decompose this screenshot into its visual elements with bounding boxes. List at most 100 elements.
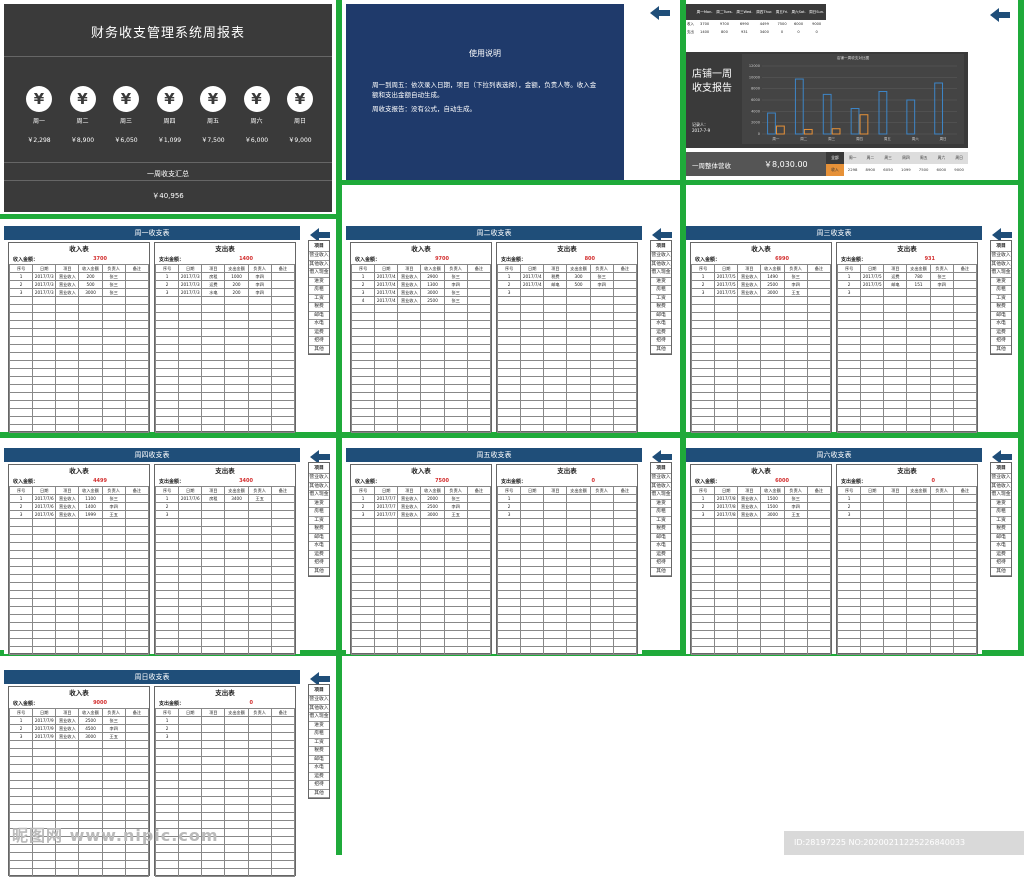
cell[interactable] bbox=[444, 305, 467, 313]
cell[interactable] bbox=[33, 543, 56, 551]
cell[interactable] bbox=[271, 647, 294, 655]
cell[interactable] bbox=[884, 495, 907, 503]
cell[interactable] bbox=[715, 647, 738, 655]
cell[interactable] bbox=[271, 353, 294, 361]
cell[interactable] bbox=[179, 337, 202, 345]
project-item[interactable]: 运费 bbox=[309, 329, 329, 338]
cell[interactable] bbox=[838, 623, 861, 631]
cell[interactable] bbox=[444, 393, 467, 401]
cell[interactable] bbox=[79, 321, 102, 329]
cell[interactable]: 2 bbox=[352, 503, 375, 511]
cell[interactable] bbox=[715, 535, 738, 543]
cell[interactable]: 2 bbox=[10, 725, 33, 733]
cell[interactable] bbox=[613, 495, 636, 503]
cell[interactable] bbox=[738, 321, 761, 329]
project-item[interactable]: 借入现金 bbox=[309, 491, 329, 500]
cell[interactable] bbox=[884, 607, 907, 615]
cell[interactable] bbox=[33, 385, 56, 393]
cell[interactable] bbox=[953, 385, 976, 393]
cell[interactable] bbox=[953, 623, 976, 631]
cell[interactable] bbox=[498, 393, 521, 401]
cell[interactable] bbox=[79, 551, 102, 559]
cell[interactable]: 张三 bbox=[784, 273, 807, 281]
cell[interactable] bbox=[784, 551, 807, 559]
cell[interactable] bbox=[590, 631, 613, 639]
cell[interactable] bbox=[156, 559, 179, 567]
cell[interactable] bbox=[102, 789, 125, 797]
cell[interactable] bbox=[544, 647, 567, 655]
cell[interactable] bbox=[715, 575, 738, 583]
cell[interactable] bbox=[271, 543, 294, 551]
cell[interactable] bbox=[567, 393, 590, 401]
cell[interactable]: 营业收入 bbox=[56, 495, 79, 503]
cell[interactable] bbox=[784, 361, 807, 369]
cell[interactable] bbox=[248, 647, 271, 655]
cell[interactable] bbox=[784, 377, 807, 385]
project-item[interactable]: 借入现金 bbox=[651, 491, 671, 500]
cell[interactable] bbox=[613, 425, 636, 433]
cell[interactable] bbox=[225, 535, 248, 543]
project-item[interactable]: 其他收入 bbox=[651, 483, 671, 492]
cell[interactable] bbox=[10, 345, 33, 353]
cell[interactable] bbox=[225, 377, 248, 385]
cell[interactable] bbox=[544, 425, 567, 433]
cell[interactable]: 2017/7/6 bbox=[179, 495, 202, 503]
cell[interactable] bbox=[838, 401, 861, 409]
cell[interactable] bbox=[807, 273, 830, 281]
cell[interactable] bbox=[784, 639, 807, 647]
project-item[interactable]: 邮电 bbox=[309, 756, 329, 765]
cell[interactable] bbox=[907, 289, 930, 297]
cell[interactable] bbox=[715, 409, 738, 417]
cell[interactable] bbox=[125, 551, 148, 559]
cell[interactable] bbox=[375, 599, 398, 607]
cell[interactable] bbox=[738, 417, 761, 425]
cell[interactable] bbox=[125, 757, 148, 765]
cell[interactable] bbox=[738, 393, 761, 401]
cell[interactable] bbox=[248, 583, 271, 591]
cell[interactable] bbox=[271, 797, 294, 805]
cell[interactable] bbox=[884, 511, 907, 519]
cell[interactable]: 张三 bbox=[590, 273, 613, 281]
cell[interactable] bbox=[715, 329, 738, 337]
cell[interactable] bbox=[907, 647, 930, 655]
cell[interactable] bbox=[398, 527, 421, 535]
cell[interactable] bbox=[179, 567, 202, 575]
cell[interactable] bbox=[102, 369, 125, 377]
cell[interactable] bbox=[33, 749, 56, 757]
cell[interactable] bbox=[225, 813, 248, 821]
cell[interactable] bbox=[521, 337, 544, 345]
cell[interactable] bbox=[807, 313, 830, 321]
cell[interactable]: 2 bbox=[498, 503, 521, 511]
cell[interactable] bbox=[352, 385, 375, 393]
cell[interactable] bbox=[784, 417, 807, 425]
cell[interactable] bbox=[884, 425, 907, 433]
cell[interactable] bbox=[521, 385, 544, 393]
cell[interactable] bbox=[613, 583, 636, 591]
cell[interactable] bbox=[521, 425, 544, 433]
cell[interactable] bbox=[202, 725, 225, 733]
cell[interactable] bbox=[225, 797, 248, 805]
cell[interactable] bbox=[56, 305, 79, 313]
cell[interactable] bbox=[838, 527, 861, 535]
cell[interactable] bbox=[56, 623, 79, 631]
cell[interactable] bbox=[352, 305, 375, 313]
project-item[interactable]: 进货 bbox=[309, 278, 329, 287]
project-item[interactable]: 运费 bbox=[651, 329, 671, 338]
cell[interactable] bbox=[375, 401, 398, 409]
cell[interactable] bbox=[738, 647, 761, 655]
cell[interactable] bbox=[248, 559, 271, 567]
cell[interactable] bbox=[467, 567, 490, 575]
project-item[interactable]: 工资 bbox=[991, 295, 1011, 304]
project-item[interactable]: 进货 bbox=[309, 722, 329, 731]
cell[interactable]: 1 bbox=[156, 717, 179, 725]
cell[interactable] bbox=[807, 639, 830, 647]
cell[interactable] bbox=[271, 813, 294, 821]
cell[interactable] bbox=[271, 401, 294, 409]
cell[interactable]: 营业收入 bbox=[56, 273, 79, 281]
cell[interactable] bbox=[861, 409, 884, 417]
cell[interactable]: 3 bbox=[692, 289, 715, 297]
cell[interactable] bbox=[613, 393, 636, 401]
cell[interactable] bbox=[225, 543, 248, 551]
cell[interactable]: 3000 bbox=[79, 289, 102, 297]
cell[interactable] bbox=[225, 647, 248, 655]
